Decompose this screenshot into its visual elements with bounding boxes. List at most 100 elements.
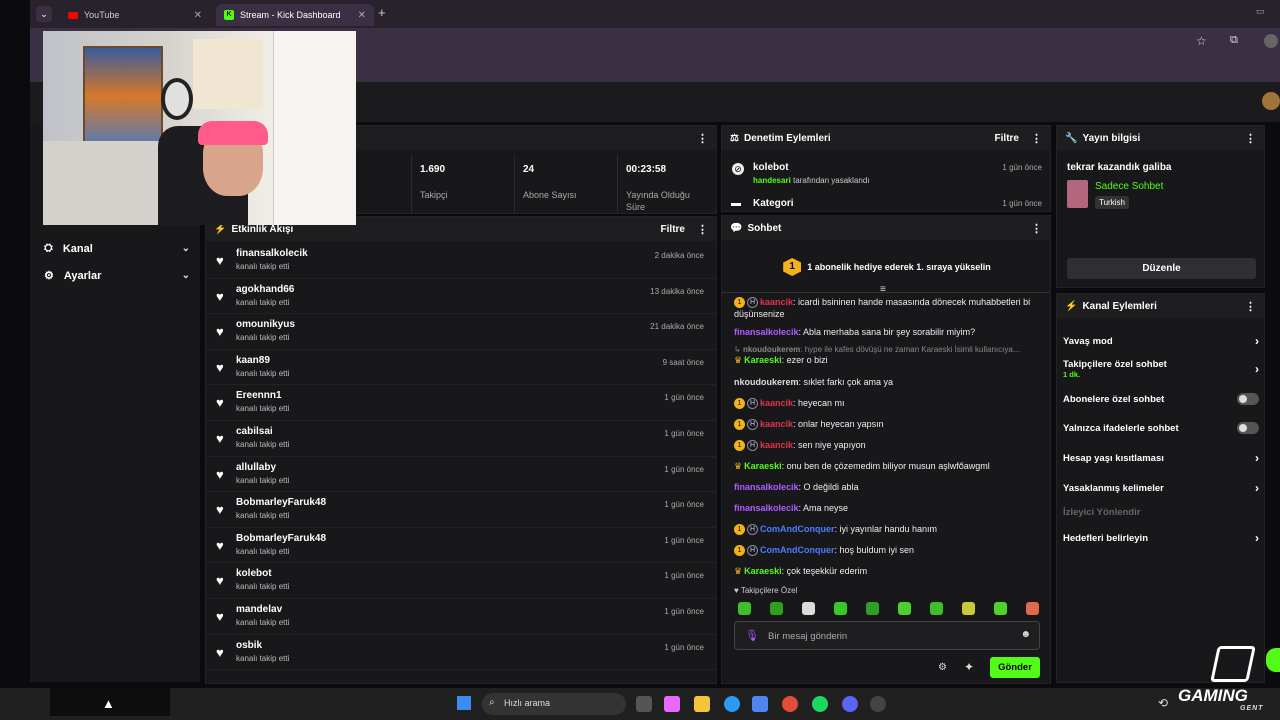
- webcam-overlay: [43, 31, 356, 225]
- follower-name[interactable]: kaan89: [236, 355, 270, 366]
- mod-category-name: Kategori: [753, 198, 794, 209]
- emote-icon[interactable]: [1026, 602, 1039, 615]
- activity-action: kanalı takip etti: [236, 368, 290, 378]
- more-icon[interactable]: ⋮: [697, 223, 708, 236]
- chrome-icon[interactable]: [782, 696, 798, 712]
- new-tab-icon[interactable]: +: [378, 5, 386, 20]
- copilot-icon[interactable]: [664, 696, 680, 712]
- sidebar-item-ayarlar[interactable]: ⚙ Ayarlar ⌄: [44, 269, 190, 283]
- channel-action-row[interactable]: Abonelere özel sohbet: [1063, 393, 1259, 405]
- category-name[interactable]: Sadece Sohbet: [1095, 181, 1163, 192]
- obs-icon[interactable]: [870, 696, 886, 712]
- emote-icon[interactable]: [898, 602, 911, 615]
- close-icon[interactable]: ✕: [194, 10, 202, 21]
- discord-icon[interactable]: [842, 696, 858, 712]
- spotify-icon[interactable]: [812, 696, 828, 712]
- task-view-icon[interactable]: [636, 696, 652, 712]
- toggle-switch[interactable]: [1237, 422, 1259, 434]
- windows-start-icon[interactable]: [457, 696, 471, 710]
- heart-icon: ♥: [216, 253, 224, 268]
- emote-icon[interactable]: [738, 602, 751, 615]
- follower-name[interactable]: BobmarleyFaruk48: [236, 497, 326, 508]
- channel-action-row[interactable]: Yasaklanmış kelimeler ›: [1063, 481, 1259, 495]
- follower-name[interactable]: osbik: [236, 640, 262, 651]
- more-icon[interactable]: ⋮: [697, 132, 708, 145]
- tab-youtube[interactable]: YouTube ✕: [60, 4, 210, 26]
- heart-icon: ♥: [216, 359, 224, 375]
- heart-icon: ♥: [216, 466, 224, 482]
- taskbar-search[interactable]: ⌕ Hızlı arama: [482, 693, 626, 715]
- extension-icon[interactable]: ✦: [964, 660, 974, 674]
- channel-action-row[interactable]: Takipçilere özel sohbet 1 dk. ›: [1063, 359, 1259, 379]
- follower-name[interactable]: finansalkolecik: [236, 248, 308, 259]
- logo-sticker: [161, 78, 193, 120]
- follower-name[interactable]: Ereennn1: [236, 390, 282, 401]
- emote-icon[interactable]: [962, 602, 975, 615]
- chevron-down-icon: ⌄: [181, 243, 190, 254]
- minimize-icon[interactable]: ▭: [1256, 6, 1265, 17]
- follower-name[interactable]: kolebot: [236, 568, 272, 579]
- chat-scrollbar[interactable]: [1050, 536, 1051, 576]
- emote-icon[interactable]: [770, 602, 783, 615]
- youtube-icon: [68, 11, 78, 19]
- activity-row: ♥ omounikyus kanalı takip etti 21 dakika ön…: [206, 314, 716, 350]
- filter-button[interactable]: Filtre: [661, 224, 685, 235]
- activity-time: 1 gün önce: [664, 642, 704, 652]
- activity-time: 1 gün önce: [664, 500, 704, 510]
- mod-actor[interactable]: handesari: [753, 176, 791, 185]
- activity-action: kanalı takip etti: [236, 333, 290, 343]
- bookmark-star-icon[interactable]: ☆: [1196, 34, 1207, 48]
- filter-button[interactable]: Filtre: [995, 133, 1019, 144]
- chat-input[interactable]: 🎙 Bir mesaj gönderin ☻: [734, 621, 1040, 650]
- user-avatar[interactable]: [1262, 92, 1280, 110]
- emote-icon[interactable]: [866, 602, 879, 615]
- extensions-icon[interactable]: ⧉: [1230, 34, 1238, 47]
- search-icon: ⌕: [489, 697, 495, 708]
- send-button[interactable]: Gönder: [990, 657, 1040, 678]
- activity-action: kanalı takip etti: [236, 475, 290, 485]
- edit-button[interactable]: Düzenle: [1067, 258, 1256, 279]
- edge-icon[interactable]: [724, 696, 740, 712]
- channel-action-row[interactable]: Hesap yaşı kısıtlaması ›: [1063, 451, 1259, 465]
- sidebar-item-kanal[interactable]: ⛭ Kanal ⌄: [44, 242, 190, 255]
- mod-target-name[interactable]: kolebot: [753, 162, 789, 173]
- follower-name[interactable]: agokhand66: [236, 284, 294, 295]
- store-icon[interactable]: [752, 696, 768, 712]
- action-label: Yasaklanmış kelimeler: [1063, 482, 1164, 494]
- file-explorer-icon[interactable]: [694, 696, 710, 712]
- follower-name[interactable]: mandelav: [236, 604, 282, 615]
- heart-icon: ♥: [216, 431, 224, 446]
- stat-value: 00:23:58: [626, 164, 667, 175]
- follower-name[interactable]: cabilsai: [236, 426, 273, 437]
- brand-text: GAMING: [1178, 686, 1248, 705]
- activity-row: ♥ mandelav kanalı takip etti 1 gün önce: [206, 599, 716, 635]
- more-icon[interactable]: ⋮: [1031, 132, 1042, 145]
- channel-action-row[interactable]: Yavaş mod ›: [1063, 334, 1259, 348]
- emote-icon[interactable]: [802, 602, 815, 615]
- chevron-down-icon: ⌄: [181, 270, 190, 281]
- profile-avatar[interactable]: [1264, 34, 1278, 48]
- follower-name[interactable]: omounikyus: [236, 319, 295, 330]
- headphones-image: [198, 121, 268, 145]
- toggle-switch[interactable]: [1237, 393, 1259, 405]
- follower-name[interactable]: BobmarleyFaruk48: [236, 533, 326, 544]
- microphone-icon[interactable]: 🎙: [745, 629, 759, 642]
- tab-search-icon[interactable]: ⌄: [36, 6, 52, 22]
- emote-icon[interactable]: [834, 602, 847, 615]
- tab-kick-dashboard[interactable]: K Stream - Kick Dashboard ✕: [216, 4, 374, 26]
- emoji-icon[interactable]: ☻: [1020, 629, 1031, 640]
- network-icon[interactable]: ⟲: [1158, 696, 1168, 710]
- activity-time: 1 gün önce: [664, 607, 704, 616]
- activity-row: ♥ kaan89 kanalı takip etti 9 saat önce: [206, 350, 716, 386]
- action-label: Hesap yaşı kısıtlaması: [1063, 452, 1164, 464]
- emote-icon[interactable]: [994, 602, 1007, 615]
- channel-action-row[interactable]: Yalnızca ifadelerle sohbet: [1063, 422, 1259, 434]
- activity-row: ♥ cabilsai kanalı takip etti 1 gün önce: [206, 421, 716, 457]
- gear-icon[interactable]: ⚙: [938, 662, 947, 673]
- follower-name[interactable]: allullaby: [236, 462, 276, 473]
- close-icon[interactable]: ✕: [358, 10, 366, 21]
- emote-icon[interactable]: [930, 602, 943, 615]
- heart-icon: ♥: [216, 573, 224, 589]
- more-icon[interactable]: ⋮: [1245, 132, 1256, 145]
- channel-action-row[interactable]: Hedefleri belirleyin ›: [1063, 531, 1259, 545]
